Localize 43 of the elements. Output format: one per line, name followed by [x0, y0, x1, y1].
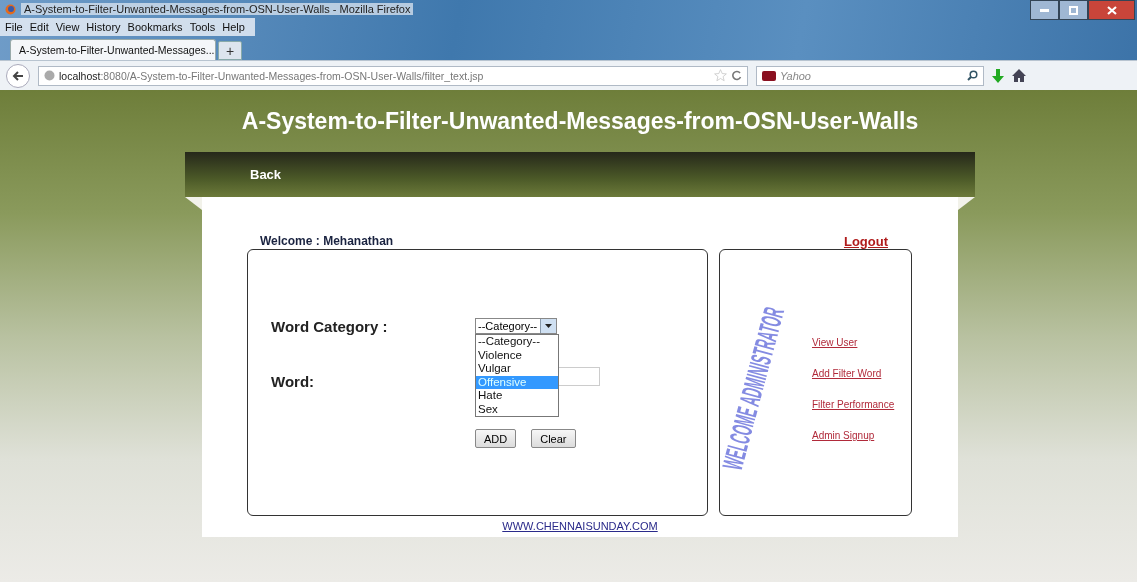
search-icon[interactable]	[967, 70, 978, 81]
caret-icon	[545, 324, 552, 328]
corner-fold-icon	[958, 197, 975, 210]
star-icon[interactable]	[714, 69, 727, 82]
corner-fold-icon	[185, 197, 202, 210]
search-field[interactable]: Yahoo	[756, 65, 984, 86]
arrow-icon	[12, 69, 24, 82]
menu-item[interactable]: Help	[222, 21, 245, 33]
browser-tab[interactable]: A-System-to-Filter-Unwanted-Messages...	[10, 39, 216, 60]
form-button[interactable]: ADD	[475, 429, 517, 448]
menu-item[interactable]: History	[86, 21, 121, 33]
minimize-icon	[1040, 8, 1049, 12]
reload-icon[interactable]	[731, 70, 742, 81]
page-heading: A-System-to-Filter-Unwanted-Messages-from-OSN-User-Walls	[240, 106, 920, 136]
maximize-button[interactable]	[1059, 0, 1088, 20]
back-button[interactable]	[6, 63, 30, 88]
window-title: A-System-to-Filter-Unwanted-Messages-from-OSN-User-Walls - Mozilla Firefox	[21, 3, 414, 15]
menu-link[interactable]: View User	[812, 337, 858, 348]
footer-link[interactable]: WWW.CHENNAISUNDAY.COM	[502, 520, 658, 532]
menu-link[interactable]: Admin Signup	[812, 430, 875, 441]
field-label: Word Category :	[271, 318, 389, 335]
menu-item[interactable]: Tools	[189, 21, 216, 33]
download-icon[interactable]	[992, 68, 1004, 83]
minimize-button[interactable]	[1030, 0, 1059, 20]
welcome-text: Welcome : Mehanathan	[260, 234, 394, 248]
nav-link[interactable]: Back	[250, 167, 282, 182]
menu-link[interactable]: Add Filter Word	[812, 368, 882, 379]
address-field[interactable]: localhost:8080/A-System-to-Filter-Unwanted-Messages-from-OSN-User-Walls/filter_text.jsp	[38, 65, 748, 86]
field-label: Word:	[271, 373, 316, 390]
banner-text: WELCOME ADMINISTRATOR	[716, 303, 791, 474]
form-button[interactable]: Clear	[531, 429, 576, 448]
menu-item[interactable]: File	[5, 21, 23, 33]
maximize-icon	[1069, 5, 1078, 15]
menu-item[interactable]: Edit	[29, 21, 49, 33]
close-button[interactable]	[1088, 0, 1135, 20]
menu-item[interactable]: View	[55, 21, 80, 33]
new-tab-button[interactable]: +	[218, 41, 242, 60]
browser-logo-icon	[5, 3, 16, 15]
home-icon[interactable]	[1012, 69, 1026, 82]
logout-link[interactable]: Logout	[843, 233, 888, 249]
menu-item[interactable]: Bookmarks	[127, 21, 183, 33]
menu-link[interactable]: Filter Performance	[812, 399, 895, 410]
close-icon	[1106, 5, 1117, 15]
